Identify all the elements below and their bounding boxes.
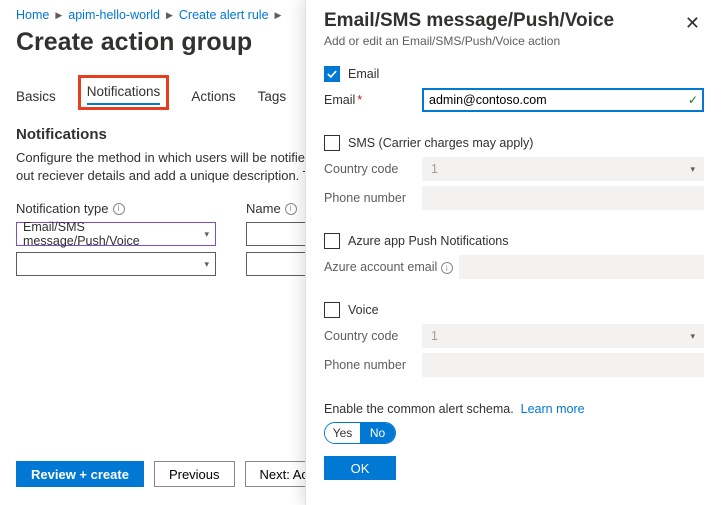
toggle-no[interactable]: No <box>360 423 395 443</box>
required-icon: * <box>357 93 362 107</box>
voice-phone-label: Phone number <box>324 358 416 372</box>
tab-basics[interactable]: Basics <box>16 85 56 110</box>
voice-phone-field[interactable] <box>422 353 704 377</box>
voice-group: Voice Country code 1 ▾ Phone number <box>324 302 704 382</box>
sms-phone-label: Phone number <box>324 191 416 205</box>
select-value: 1 <box>431 329 438 343</box>
col-header-name: Name <box>246 201 281 216</box>
chevron-down-icon: ▾ <box>690 164 695 175</box>
push-group: Azure app Push Notifications Azure accou… <box>324 233 704 284</box>
info-icon[interactable]: i <box>285 203 297 215</box>
voice-check-label: Voice <box>348 303 379 317</box>
sms-check-label: SMS (Carrier charges may apply) <box>348 136 533 150</box>
chevron-right-icon: ▶ <box>55 10 62 21</box>
previous-button[interactable]: Previous <box>154 461 235 487</box>
sms-checkbox[interactable] <box>324 135 340 151</box>
push-field-label: Azure account email <box>324 260 437 274</box>
chevron-right-icon: ▶ <box>166 10 173 21</box>
info-icon[interactable]: i <box>441 262 453 274</box>
review-create-button[interactable]: Review + create <box>16 461 144 487</box>
push-check-label: Azure app Push Notifications <box>348 234 509 248</box>
panel-title: Email/SMS message/Push/Voice <box>324 10 614 32</box>
schema-text: Enable the common alert schema. <box>324 402 514 416</box>
select-value: 1 <box>431 162 438 176</box>
learn-more-link[interactable]: Learn more <box>521 402 585 416</box>
sms-cc-label: Country code <box>324 162 416 176</box>
toggle-yes[interactable]: Yes <box>325 423 360 443</box>
voice-country-code-select[interactable]: 1 ▾ <box>422 324 704 348</box>
tab-notifications[interactable]: Notifications <box>87 80 161 105</box>
schema-row: Enable the common alert schema. Learn mo… <box>324 402 704 416</box>
email-group: Email Email* ✓ <box>324 66 704 117</box>
chevron-down-icon: ▾ <box>204 229 209 240</box>
checkmark-icon: ✓ <box>688 93 698 107</box>
email-field-label: Email <box>324 93 355 107</box>
sms-group: SMS (Carrier charges may apply) Country … <box>324 135 704 215</box>
sms-country-code-select[interactable]: 1 ▾ <box>422 157 704 181</box>
email-field[interactable] <box>422 88 704 112</box>
breadcrumb-create-alert[interactable]: Create alert rule <box>179 8 269 22</box>
col-header-type: Notification type <box>16 201 109 216</box>
push-email-field[interactable] <box>459 255 704 279</box>
chevron-right-icon: ▶ <box>275 10 282 21</box>
email-checkbox[interactable] <box>324 66 340 82</box>
email-check-label: Email <box>348 67 379 81</box>
voice-cc-label: Country code <box>324 329 416 343</box>
notification-type-select-empty[interactable]: ▾ <box>16 252 216 276</box>
tab-tags[interactable]: Tags <box>258 85 287 110</box>
tab-highlight: Notifications <box>78 75 170 110</box>
footer-buttons: Review + create Previous Next: Ac <box>16 461 323 487</box>
breadcrumb-home[interactable]: Home <box>16 8 49 22</box>
sms-phone-field[interactable] <box>422 186 704 210</box>
notification-type-select[interactable]: Email/SMS message/Push/Voice ▾ <box>16 222 216 246</box>
tab-actions[interactable]: Actions <box>191 85 235 110</box>
push-checkbox[interactable] <box>324 233 340 249</box>
breadcrumb-resource[interactable]: apim-hello-world <box>68 8 160 22</box>
close-icon[interactable]: ✕ <box>681 10 704 36</box>
ok-button[interactable]: OK <box>324 456 396 480</box>
chevron-down-icon: ▾ <box>204 259 209 270</box>
panel-subtitle: Add or edit an Email/SMS/Push/Voice acti… <box>324 34 614 48</box>
info-icon[interactable]: i <box>113 203 125 215</box>
schema-toggle[interactable]: Yes No <box>324 422 396 444</box>
voice-checkbox[interactable] <box>324 302 340 318</box>
chevron-down-icon: ▾ <box>690 331 695 342</box>
select-value: Email/SMS message/Push/Voice <box>23 220 204 248</box>
side-panel: Email/SMS message/Push/Voice Add or edit… <box>305 0 722 505</box>
